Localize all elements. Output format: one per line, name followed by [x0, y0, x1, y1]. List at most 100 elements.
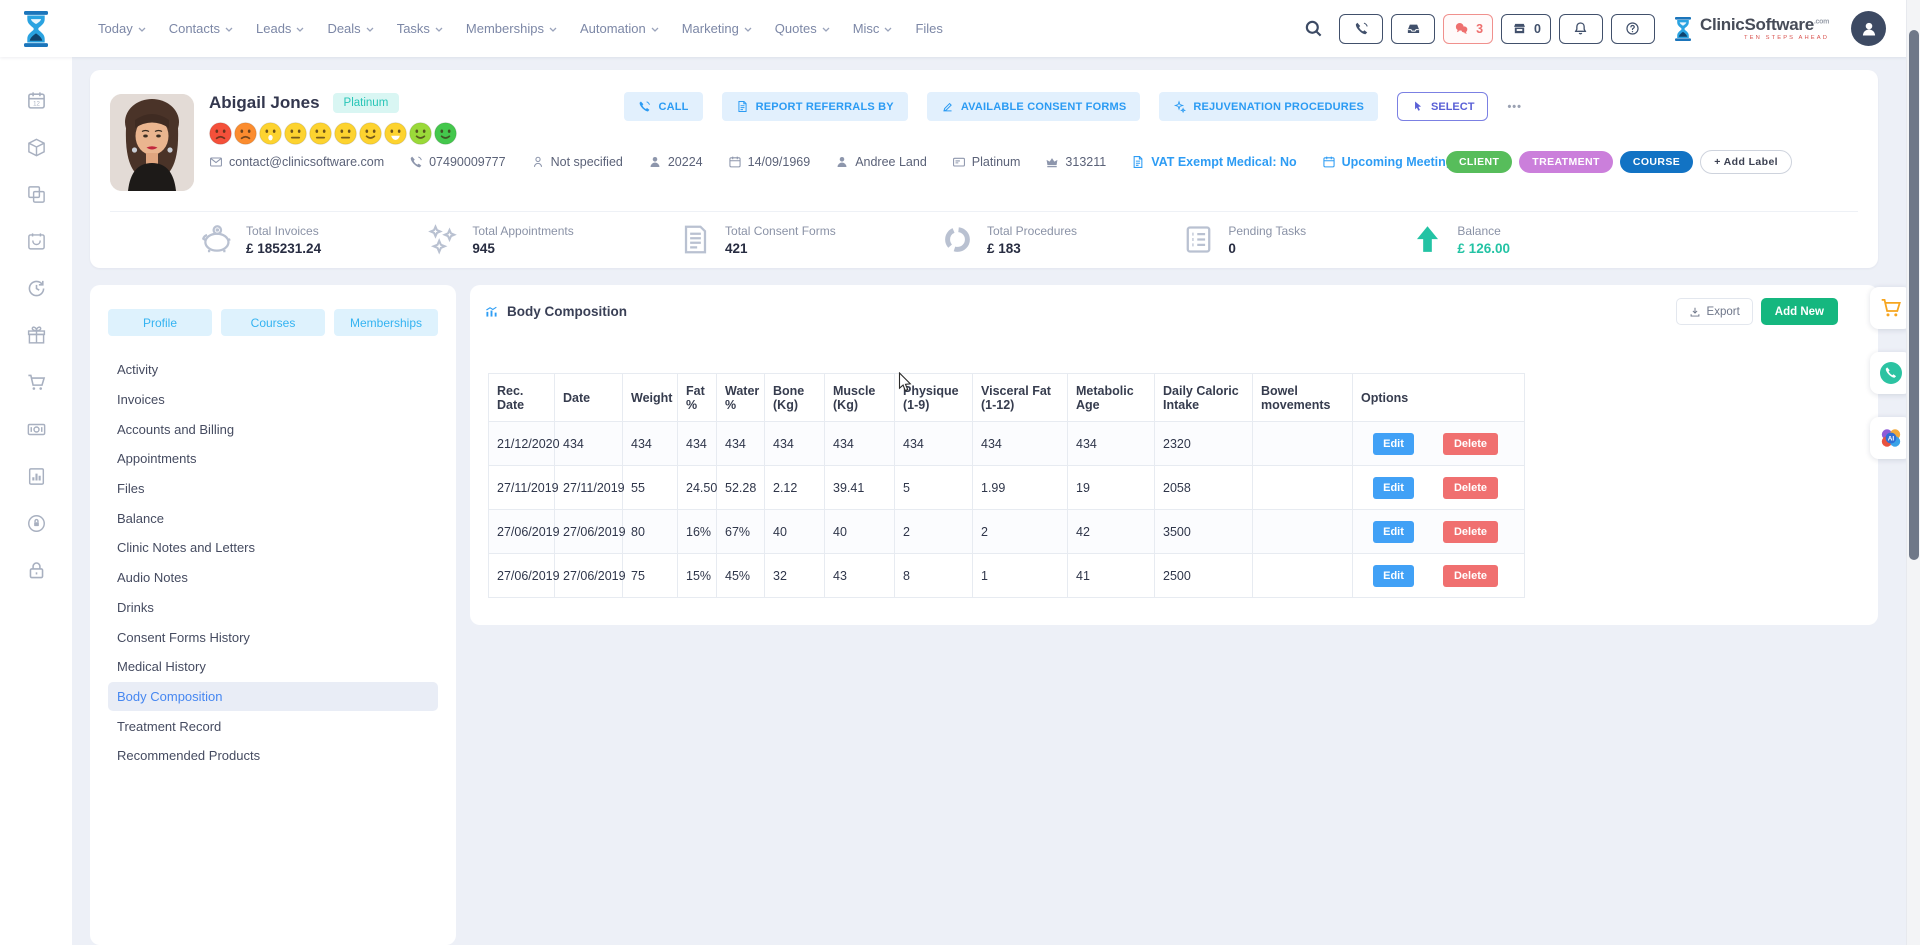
table-header-cell: Date: [555, 374, 623, 422]
cell-options: Edit Delete: [1353, 422, 1525, 466]
cell-rec-date: 27/06/2019: [489, 554, 555, 598]
nav-item[interactable]: Automation: [580, 21, 659, 36]
nav-item[interactable]: Files: [915, 21, 942, 36]
add-new-button[interactable]: Add New: [1761, 298, 1838, 325]
nav-item[interactable]: Leads: [256, 21, 304, 36]
mood-face-icon[interactable]: [234, 122, 257, 145]
app-logo[interactable]: [0, 8, 72, 50]
delete-button[interactable]: Delete: [1443, 433, 1498, 455]
cell-physique: 5: [895, 466, 973, 510]
mood-face-icon[interactable]: [209, 122, 232, 145]
mood-face-icon[interactable]: [284, 122, 307, 145]
rail-icon[interactable]: [26, 513, 47, 534]
sidebar-menu-item[interactable]: Treatment Record: [108, 711, 438, 741]
delete-button[interactable]: Delete: [1443, 521, 1498, 543]
search-icon[interactable]: [1304, 19, 1323, 38]
sidebar-menu-item[interactable]: Invoices: [108, 385, 438, 415]
brand-logo: ClinicSoftware.com TEN STEPS AHEAD: [1671, 14, 1829, 44]
cell-visceral-fat: 2: [973, 510, 1068, 554]
rail-icon[interactable]: [26, 419, 47, 440]
help-button[interactable]: [1611, 14, 1655, 44]
chevron-down-icon: [744, 27, 752, 33]
nav-item[interactable]: Deals: [327, 21, 373, 36]
rail-icon[interactable]: [26, 278, 47, 299]
sidebar-menu-item[interactable]: Activity: [108, 355, 438, 385]
profile-tab[interactable]: Memberships: [334, 309, 438, 336]
sidebar-menu-item[interactable]: Medical History: [108, 652, 438, 682]
patient-detail: Platinum: [952, 155, 1021, 169]
detail-icon: [409, 155, 423, 169]
cell-fat: 24.50: [678, 466, 717, 510]
rail-icon[interactable]: [26, 231, 47, 252]
sidebar-menu-item[interactable]: Clinic Notes and Letters: [108, 533, 438, 563]
sidebar-menu-item[interactable]: Body Composition: [108, 682, 438, 712]
cell-bowel-movements: [1253, 422, 1353, 466]
profile-menu: Activity Invoices Accounts and Billing A…: [108, 355, 438, 771]
sidebar-menu-item[interactable]: Consent Forms History: [108, 622, 438, 652]
inbox-button[interactable]: [1391, 14, 1435, 44]
nav-item[interactable]: Contacts: [169, 21, 233, 36]
sidebar-menu-item[interactable]: Audio Notes: [108, 563, 438, 593]
export-button[interactable]: Export: [1676, 298, 1753, 325]
detail-text: 07490009777: [429, 155, 505, 169]
sidebar-menu-item[interactable]: Drinks: [108, 593, 438, 623]
cell-fat: 16%: [678, 510, 717, 554]
delete-button[interactable]: Delete: [1443, 565, 1498, 587]
rail-icon[interactable]: [26, 372, 47, 393]
rail-icon[interactable]: 12: [26, 90, 47, 111]
top-right-tools: 3 0 ClinicSoftware.com TEN STEPS AHEAD: [1304, 11, 1920, 46]
nav-item[interactable]: Marketing: [682, 21, 752, 36]
nav-item[interactable]: Quotes: [775, 21, 830, 36]
mood-face-icon[interactable]: [384, 122, 407, 145]
stat-icon: [200, 223, 233, 256]
user-avatar[interactable]: [1851, 11, 1886, 46]
select-button[interactable]: SELECT: [1397, 92, 1488, 121]
header-action-button[interactable]: REPORT REFERRALS BY: [722, 92, 908, 121]
table-header-cell: Daily Caloric Intake: [1155, 374, 1253, 422]
profile-tab[interactable]: Courses: [221, 309, 325, 336]
edit-button[interactable]: Edit: [1373, 565, 1414, 587]
add-label-button[interactable]: + Add Label: [1700, 150, 1792, 174]
stat-icon: [1411, 223, 1444, 256]
rail-icon[interactable]: [26, 184, 47, 205]
table-header-cell: Water %: [717, 374, 765, 422]
rail-icon[interactable]: [26, 325, 47, 346]
sidebar-menu-item[interactable]: Recommended Products: [108, 741, 438, 771]
nav-item[interactable]: Misc: [853, 21, 893, 36]
sidebar-menu-item[interactable]: Appointments: [108, 444, 438, 474]
pos-button[interactable]: 0: [1501, 14, 1551, 44]
rail-icon[interactable]: [26, 560, 47, 581]
header-action-button[interactable]: REJUVENATION PROCEDURES: [1159, 92, 1378, 121]
sidebar-menu-item[interactable]: Files: [108, 474, 438, 504]
mood-face-icon[interactable]: [334, 122, 357, 145]
mood-face-icon[interactable]: [309, 122, 332, 145]
chevron-down-icon: [822, 27, 830, 33]
notifications-button[interactable]: [1559, 14, 1603, 44]
icon-rail: 12: [0, 57, 72, 945]
sidebar-menu-item[interactable]: Balance: [108, 503, 438, 533]
dialer-button[interactable]: [1339, 14, 1383, 44]
action-icon: [736, 100, 749, 113]
profile-tab[interactable]: Profile: [108, 309, 212, 336]
edit-button[interactable]: Edit: [1373, 477, 1414, 499]
edit-button[interactable]: Edit: [1373, 521, 1414, 543]
chat-button[interactable]: 3: [1443, 14, 1493, 44]
delete-button[interactable]: Delete: [1443, 477, 1498, 499]
mood-face-icon[interactable]: [259, 122, 282, 145]
rail-icon[interactable]: [26, 137, 47, 158]
mood-face-icon[interactable]: [434, 122, 457, 145]
nav-item[interactable]: Memberships: [466, 21, 557, 36]
mood-face-icon[interactable]: [409, 122, 432, 145]
header-action-button[interactable]: CALL: [624, 92, 702, 121]
nav-item[interactable]: Today: [98, 21, 146, 36]
floating-icon: [1879, 296, 1903, 320]
more-options-button[interactable]: •••: [1507, 101, 1522, 113]
nav-item[interactable]: Tasks: [397, 21, 443, 36]
header-action-button[interactable]: AVAILABLE CONSENT FORMS: [927, 92, 1141, 121]
mood-face-icon[interactable]: [359, 122, 382, 145]
detail-icon: [835, 155, 849, 169]
rail-icon[interactable]: [26, 466, 47, 487]
edit-button[interactable]: Edit: [1373, 433, 1414, 455]
sidebar-menu-item[interactable]: Accounts and Billing: [108, 414, 438, 444]
scrollbar-thumb[interactable]: [1909, 30, 1919, 560]
